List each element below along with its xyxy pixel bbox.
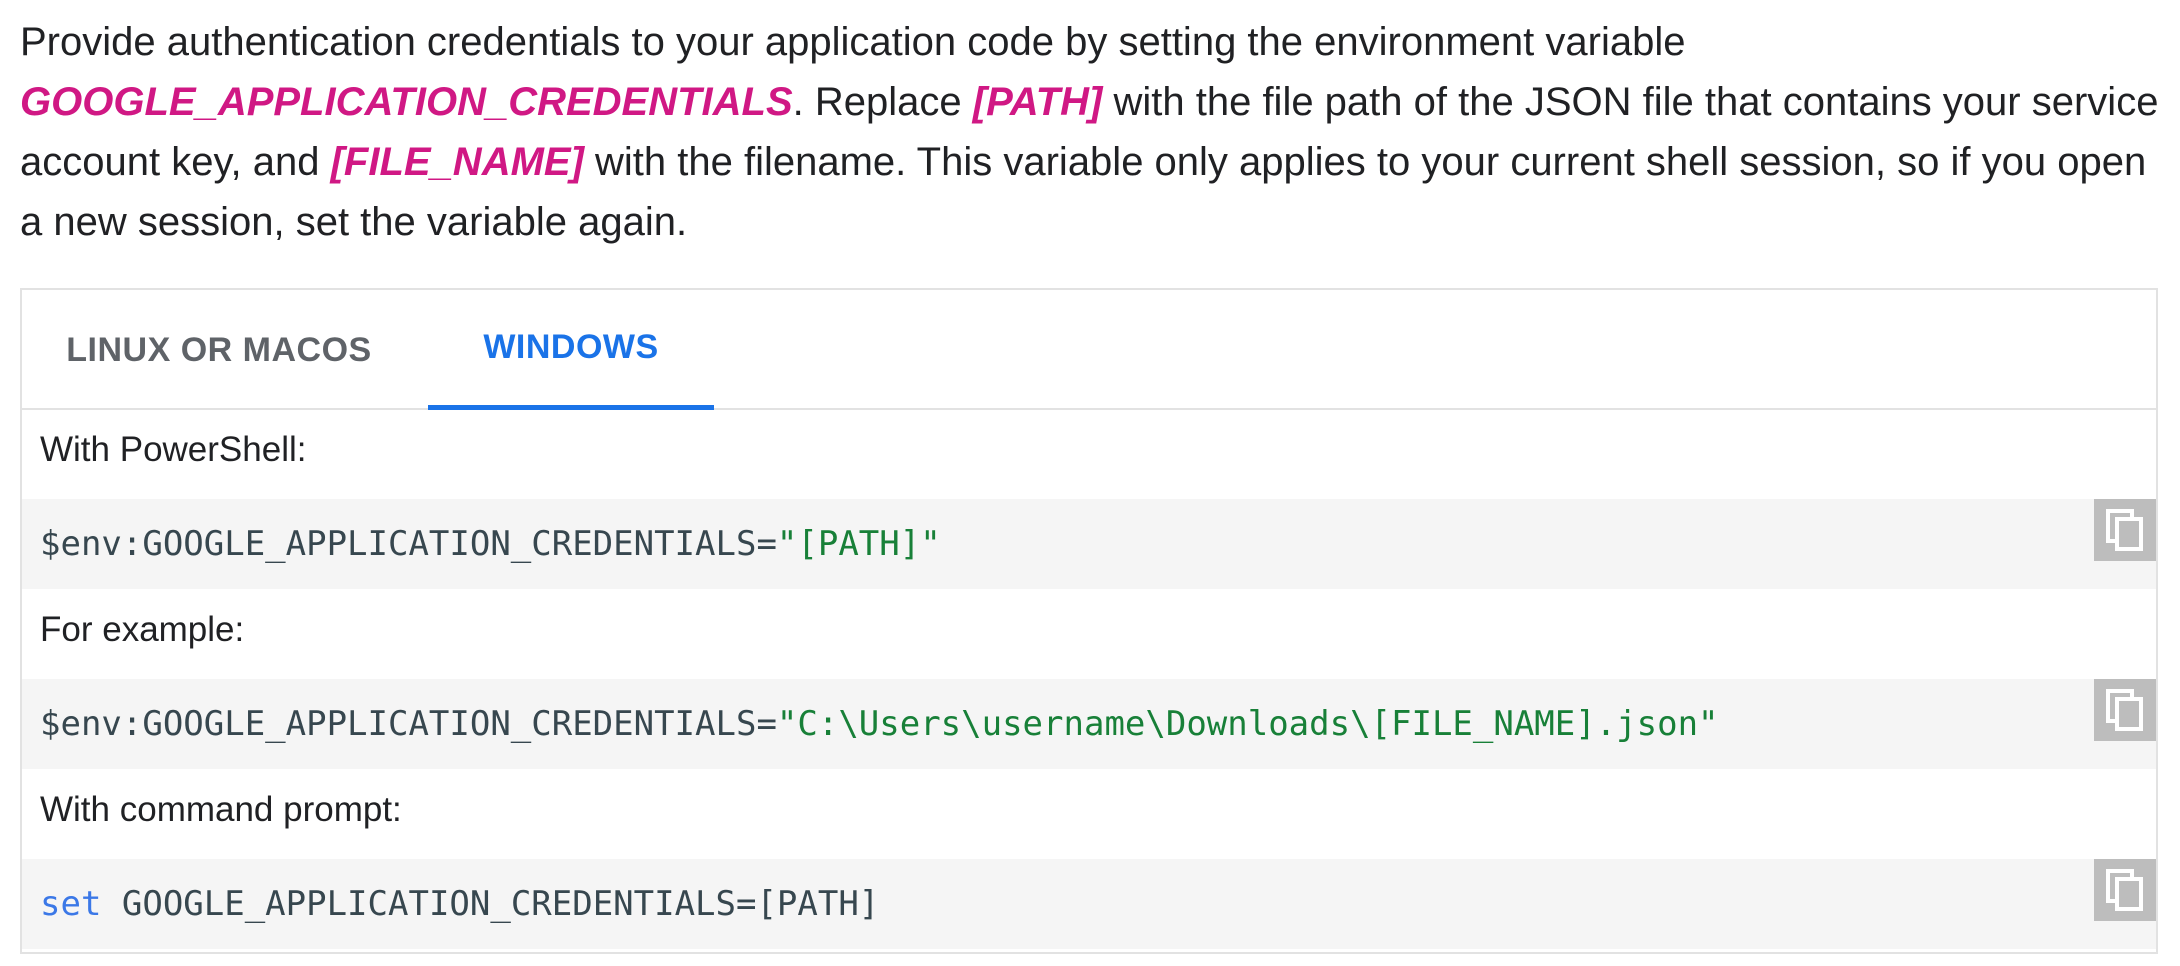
code-block-command-prompt: set GOOGLE_APPLICATION_CREDENTIALS=[PATH… bbox=[22, 859, 2156, 949]
code-prefix: $env:GOOGLE_APPLICATION_CREDENTIALS= bbox=[40, 524, 777, 564]
copy-icon bbox=[2106, 509, 2143, 551]
intro-text-1: Provide authentication credentials to yo… bbox=[20, 20, 1686, 64]
powershell-label: With PowerShell: bbox=[40, 430, 307, 469]
command-prompt-label: With command prompt: bbox=[40, 790, 402, 829]
copy-icon bbox=[2106, 869, 2143, 911]
copy-button[interactable] bbox=[2094, 679, 2156, 741]
code-block-powershell: $env:GOOGLE_APPLICATION_CREDENTIALS= "[PA… bbox=[22, 499, 2156, 589]
env-var-name: GOOGLE_APPLICATION_CREDENTIALS bbox=[20, 80, 793, 124]
code-rest: GOOGLE_APPLICATION_CREDENTIALS=[PATH] bbox=[101, 884, 880, 924]
code-block-example: $env:GOOGLE_APPLICATION_CREDENTIALS= "C:\… bbox=[22, 679, 2156, 769]
file-name-placeholder: [FILE_NAME] bbox=[330, 140, 584, 184]
code-string: "[PATH]" bbox=[776, 524, 941, 564]
copy-button[interactable] bbox=[2094, 859, 2156, 921]
tab-linux-or-macos[interactable]: LINUX OR MACOS bbox=[54, 290, 384, 410]
doc-page: Provide authentication credentials to yo… bbox=[0, 0, 2180, 966]
example-label: For example: bbox=[40, 610, 245, 649]
intro-text-2: . Replace bbox=[792, 80, 973, 124]
tab-windows[interactable]: WINDOWS bbox=[428, 290, 714, 410]
code-prefix: $env:GOOGLE_APPLICATION_CREDENTIALS= bbox=[40, 704, 777, 744]
os-tabs-panel: LINUX OR MACOS WINDOWS With PowerShell: … bbox=[20, 288, 2158, 954]
intro-paragraph: Provide authentication credentials to yo… bbox=[20, 12, 2160, 252]
path-placeholder: [PATH] bbox=[972, 80, 1103, 124]
code-string: "C:\Users\username\Downloads\[FILE_NAME]… bbox=[776, 704, 1719, 744]
tab-bar: LINUX OR MACOS WINDOWS bbox=[22, 290, 2156, 410]
copy-icon bbox=[2106, 689, 2143, 731]
code-keyword: set bbox=[40, 884, 102, 924]
copy-button[interactable] bbox=[2094, 499, 2156, 561]
